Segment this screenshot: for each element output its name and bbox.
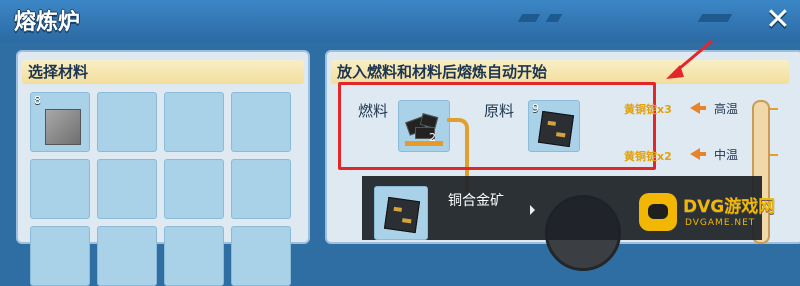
watermark-title: DVG游戏网	[683, 197, 776, 217]
arrow-left-icon	[690, 102, 706, 114]
watermark-subtitle: DVGAME.NET	[685, 218, 756, 228]
material-slot[interactable]	[97, 159, 157, 219]
temp-label-mid: 中温	[714, 148, 739, 162]
material-slot[interactable]	[231, 92, 291, 152]
stone-block-icon	[45, 109, 81, 145]
tooltip-item-name: 铜合金矿	[448, 193, 504, 209]
material-slot[interactable]	[30, 159, 90, 219]
gamepad-logo-icon	[639, 193, 677, 231]
material-slot[interactable]	[164, 226, 224, 286]
temp-label-high: 高温	[714, 102, 739, 116]
slot-count: 8	[34, 94, 41, 107]
annotation-arrow-icon	[666, 39, 713, 79]
output-label: 黄铜锭x3	[624, 103, 672, 116]
material-slot[interactable]	[164, 92, 224, 152]
cursor-icon	[530, 205, 535, 215]
output-label: 黄铜锭x2	[624, 150, 672, 163]
copper-alloy-ore-icon	[383, 196, 421, 234]
material-slot[interactable]	[231, 159, 291, 219]
tooltip-item-slot	[374, 186, 428, 240]
material-slot[interactable]	[164, 159, 224, 219]
material-slot[interactable]	[97, 226, 157, 286]
smelting-hint: 放入燃料和材料后熔炼自动开始	[331, 60, 789, 84]
header-decoration	[697, 14, 733, 22]
gauge-tick	[770, 108, 778, 110]
material-slot[interactable]: 8	[30, 92, 90, 152]
material-select-panel: 选择材料 8	[16, 50, 310, 286]
highlight-box	[338, 82, 656, 170]
header-decoration	[517, 14, 541, 22]
watermark: DVG游戏网 DVGAME.NET	[637, 190, 795, 236]
material-slot[interactable]	[97, 92, 157, 152]
arrow-left-icon	[690, 148, 706, 160]
material-slot[interactable]	[30, 226, 90, 286]
material-panel-title: 选择材料	[22, 60, 304, 84]
header-decoration	[545, 14, 563, 22]
window-title: 熔炼炉	[14, 10, 81, 35]
gauge-tick	[770, 154, 778, 156]
material-slot[interactable]	[231, 226, 291, 286]
close-button[interactable]: ✕	[760, 2, 796, 38]
